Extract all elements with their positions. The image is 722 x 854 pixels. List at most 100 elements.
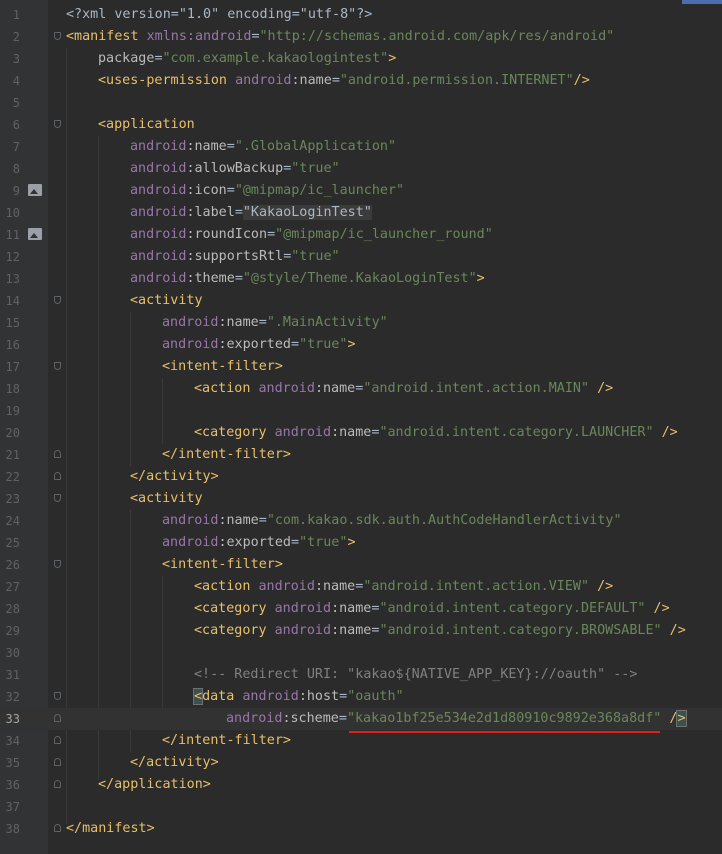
code-line[interactable]: 9 android:icon="@mipmap/ic_launcher": [0, 180, 722, 202]
code-line[interactable]: 6 <application: [0, 114, 722, 136]
line-number: 30: [5, 646, 20, 660]
code-line[interactable]: 38 </manifest>: [0, 818, 722, 840]
code-line[interactable]: 34 </intent-filter>: [0, 730, 722, 752]
line-number: 33: [5, 712, 20, 726]
line-number: 11: [5, 228, 20, 242]
code-line[interactable]: 21 </intent-filter>: [0, 444, 722, 466]
code-line-current[interactable]: 33 android:scheme="kakao1bf25e534e2d1d80…: [0, 708, 722, 730]
code-line[interactable]: 14 <activity: [0, 290, 722, 312]
code-text: package="com.example.kakaologintest">: [98, 51, 397, 66]
code-text: android:label="KakaoLoginTest": [130, 205, 372, 220]
fold-toggle-icon[interactable]: [54, 736, 61, 744]
line-number: 19: [5, 404, 20, 418]
line-number: 31: [5, 668, 20, 682]
tag-name: </manifest>: [66, 821, 155, 836]
line-number: 27: [5, 580, 20, 594]
code-line[interactable]: 22 </activity>: [0, 466, 722, 488]
code-line[interactable]: 17 <intent-filter>: [0, 356, 722, 378]
code-line[interactable]: 2 <manifest xmlns:android="http://schema…: [0, 26, 722, 48]
code-line[interactable]: 8 android:allowBackup="true": [0, 158, 722, 180]
code-line[interactable]: 5: [0, 92, 722, 114]
fold-toggle-icon[interactable]: [54, 296, 61, 304]
line-number: 7: [12, 140, 20, 154]
code-line[interactable]: 19: [0, 400, 722, 422]
xml-comment: <!-- Redirect URI: "kakao${NATIVE_APP_KE…: [194, 667, 638, 682]
line-number: 3: [12, 52, 20, 66]
attr-value: "com.example.kakaologintest": [162, 51, 389, 66]
code-line[interactable]: 3 package="com.example.kakaologintest">: [0, 48, 722, 70]
line-number: 37: [5, 800, 20, 814]
code-line[interactable]: 20 <category android:name="android.inten…: [0, 422, 722, 444]
line-number: 9: [12, 184, 20, 198]
fold-toggle-icon[interactable]: [54, 758, 61, 766]
code-line[interactable]: 28 <category android:name="android.inten…: [0, 598, 722, 620]
code-line[interactable]: 31 <!-- Redirect URI: "kakao${NATIVE_APP…: [0, 664, 722, 686]
line-number: 22: [5, 470, 20, 484]
fold-toggle-icon[interactable]: [54, 450, 61, 458]
code-line[interactable]: 15 android:name=".MainActivity": [0, 312, 722, 334]
attr-value: "http://schemas.android.com/apk/res/andr…: [259, 29, 615, 44]
code-line[interactable]: 16 android:exported="true">: [0, 334, 722, 356]
code-line[interactable]: 4 <uses-permission android:name="android…: [0, 70, 722, 92]
code-line[interactable]: 10 android:label="KakaoLoginTest": [0, 202, 722, 224]
fold-toggle-icon[interactable]: [54, 362, 61, 370]
attr-namespace: xmlns:android: [146, 29, 252, 44]
code-line[interactable]: 35 </activity>: [0, 752, 722, 774]
code-text: android:exported="true">: [162, 337, 356, 352]
fold-toggle-icon[interactable]: [54, 824, 61, 832]
scheme-value: "kakao1bf25e534e2d1d80910c9892e368a8df": [346, 711, 662, 726]
line-number: 1: [12, 8, 20, 22]
code-line[interactable]: 24 android:name="com.kakao.sdk.auth.Auth…: [0, 510, 722, 532]
xml-declaration: <?xml version="1.0" encoding="utf-8"?>: [66, 7, 373, 22]
line-number: 15: [5, 316, 20, 330]
code-text: <uses-permission android:name="android.p…: [98, 73, 590, 88]
code-line[interactable]: 29 <category android:name="android.inten…: [0, 620, 722, 642]
code-line[interactable]: 13 android:theme="@style/Theme.KakaoLogi…: [0, 268, 722, 290]
code-text: android:allowBackup="true": [130, 161, 340, 176]
code-line[interactable]: 1 <?xml version="1.0" encoding="utf-8"?>: [0, 4, 722, 26]
tag-name: </application>: [98, 777, 211, 792]
code-text: <category android:name="android.intent.c…: [194, 601, 670, 616]
code-line[interactable]: 37: [0, 796, 722, 818]
code-text: <data android:host="oauth": [192, 688, 404, 705]
line-number: 38: [5, 822, 20, 836]
code-line[interactable]: 25 android:exported="true">: [0, 532, 722, 554]
image-preview-icon[interactable]: [28, 184, 42, 196]
code-line[interactable]: 12 android:supportsRtl="true": [0, 246, 722, 268]
code-line[interactable]: 36 </application>: [0, 774, 722, 796]
line-number: 34: [5, 734, 20, 748]
fold-toggle-icon[interactable]: [54, 692, 61, 700]
image-preview-icon[interactable]: [28, 228, 42, 240]
fold-toggle-icon[interactable]: [54, 780, 61, 788]
code-line[interactable]: 11 android:roundIcon="@mipmap/ic_launche…: [0, 224, 722, 246]
code-line[interactable]: 27 <action android:name="android.intent.…: [0, 576, 722, 598]
fold-toggle-icon[interactable]: [54, 32, 61, 40]
line-number: 25: [5, 536, 20, 550]
code-text: <action android:name="android.intent.act…: [194, 579, 614, 594]
code-text: android:icon="@mipmap/ic_launcher": [130, 183, 405, 198]
code-line[interactable]: 18 <action android:name="android.intent.…: [0, 378, 722, 400]
fold-toggle-icon[interactable]: [54, 472, 61, 480]
code-text: android:exported="true">: [162, 535, 356, 550]
code-text: <action android:name="android.intent.act…: [194, 381, 614, 396]
code-editor[interactable]: 1 <?xml version="1.0" encoding="utf-8"?>…: [0, 0, 722, 854]
code-line[interactable]: 32 <data android:host="oauth": [0, 686, 722, 708]
attr-namespace: android: [235, 73, 292, 88]
tag-name: <activity: [130, 293, 203, 308]
code-line[interactable]: 26 <intent-filter>: [0, 554, 722, 576]
fold-toggle-icon[interactable]: [54, 714, 61, 722]
line-number: 24: [5, 514, 20, 528]
code-line[interactable]: 23 <activity: [0, 488, 722, 510]
line-number: 29: [5, 624, 20, 638]
fold-toggle-icon[interactable]: [54, 494, 61, 502]
line-number: 4: [12, 74, 20, 88]
code-line[interactable]: 7 android:name=".GlobalApplication": [0, 136, 722, 158]
line-number: 16: [5, 338, 20, 352]
fold-toggle-icon[interactable]: [54, 560, 61, 568]
code-line[interactable]: 30: [0, 642, 722, 664]
tag-name: <intent-filter>: [162, 359, 283, 374]
line-number: 13: [5, 272, 20, 286]
line-number: 5: [12, 96, 20, 110]
fold-toggle-icon[interactable]: [54, 120, 61, 128]
line-number: 35: [5, 756, 20, 770]
